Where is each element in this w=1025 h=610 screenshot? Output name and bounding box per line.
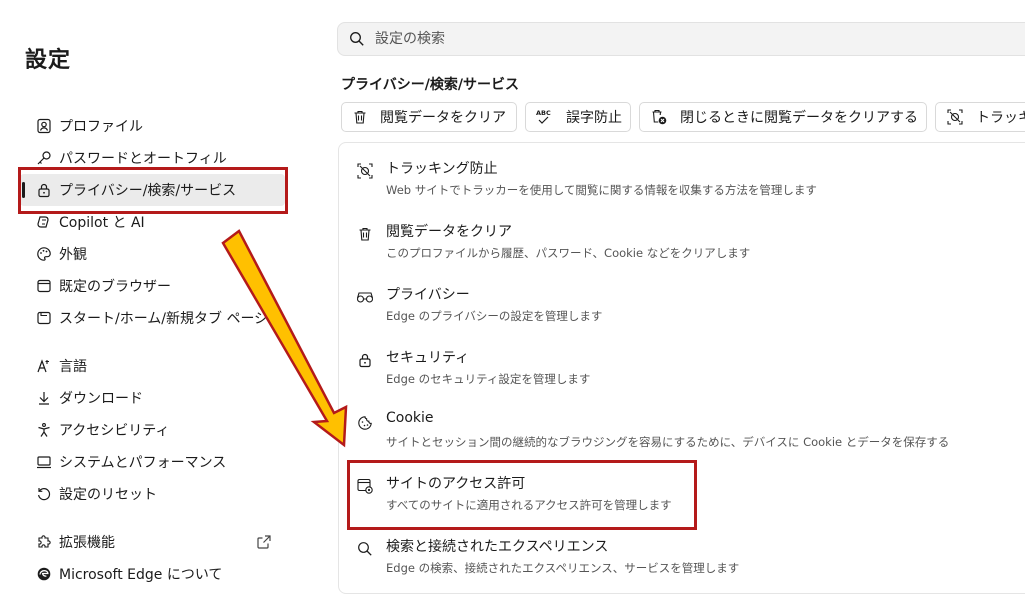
clear-on-close-icon — [650, 108, 668, 126]
sidebar-item-start-home[interactable]: スタート/ホーム/新規タブ ページ — [20, 302, 285, 334]
row-tracking-prevention[interactable]: トラッキング防止 Web サイトでトラッカーを使用して閲覧に関する情報を収集する… — [355, 158, 1015, 214]
chip-clear-browsing-data[interactable]: 閲覧データをクリア — [341, 102, 517, 132]
row-cookie[interactable]: Cookie サイトとセッション間の継続的なブラウジングを容易にするために、デバ… — [355, 410, 1015, 466]
sidebar-item-label: Microsoft Edge について — [59, 567, 223, 583]
sidebar-item-label: 外観 — [59, 247, 87, 263]
sidebar-item-reset[interactable]: 設定のリセット — [20, 478, 285, 510]
sidebar-item-label: アクセシビリティ — [59, 423, 170, 439]
sidebar-item-extensions[interactable]: 拡張機能 — [20, 526, 285, 558]
row-description: Edge のセキュリティ設定を管理します — [386, 372, 591, 386]
row-site-permissions[interactable]: サイトのアクセス許可 すべてのサイトに適用されるアクセス許可を管理します — [355, 473, 1015, 529]
sidebar-item-passwords[interactable]: パスワードとオートフィル — [20, 142, 285, 174]
row-description: すべてのサイトに適用されるアクセス許可を管理します — [386, 498, 672, 512]
page-title: 設定 — [25, 48, 72, 73]
lock-icon — [33, 181, 55, 199]
sidebar-item-system[interactable]: システムとパフォーマンス — [20, 446, 285, 478]
sidebar-item-profile[interactable]: プロファイル — [20, 110, 285, 142]
row-description: Web サイトでトラッカーを使用して閲覧に関する情報を収集する方法を管理します — [386, 183, 817, 197]
row-title: 検索と接続されたエクスペリエンス — [386, 539, 609, 555]
row-search-connected[interactable]: 検索と接続されたエクスペリエンス Edge の検索、接続されたエクスペリエンス、… — [355, 536, 1015, 592]
sidebar-item-downloads[interactable]: ダウンロード — [20, 382, 285, 414]
chip-typo-protection[interactable]: ABC 誤字防止 — [525, 102, 631, 132]
sidebar-item-label: パスワードとオートフィル — [59, 151, 227, 167]
row-title: Cookie — [386, 410, 434, 426]
sidebar-item-label: 言語 — [59, 359, 87, 375]
row-description: このプロファイルから履歴、パスワード、Cookie などをクリアします — [386, 246, 751, 260]
search-icon — [350, 32, 364, 46]
search-icon — [355, 539, 375, 559]
row-title: セキュリティ — [386, 350, 470, 366]
sidebar-item-privacy[interactable]: プライバシー/検索/サービス — [20, 174, 285, 206]
palette-icon — [33, 245, 55, 263]
browser-icon — [33, 277, 55, 295]
row-title: サイトのアクセス許可 — [386, 476, 526, 492]
row-description: Edge の検索、接続されたエクスペリエンス、サービスを管理します — [386, 561, 740, 575]
row-privacy[interactable]: プライバシー Edge のプライバシーの設定を管理します — [355, 284, 1015, 340]
edge-logo-icon — [33, 565, 55, 583]
sidebar-item-label: スタート/ホーム/新規タブ ページ — [59, 311, 269, 327]
sidebar-item-label: 拡張機能 — [59, 535, 115, 551]
language-icon — [33, 357, 55, 375]
row-title: 閲覧データをクリア — [386, 224, 512, 240]
external-link-icon[interactable] — [256, 534, 272, 554]
chip-label: 閉じるときに閲覧データをクリアする — [680, 110, 918, 126]
profile-icon — [33, 117, 55, 135]
row-clear-browsing-data[interactable]: 閲覧データをクリア このプロファイルから履歴、パスワード、Cookie などをク… — [355, 221, 1015, 277]
puzzle-icon — [33, 533, 55, 551]
row-description: サイトとセッション間の継続的なブラウジングを容易にするために、デバイスに Coo… — [386, 435, 950, 449]
download-icon — [33, 389, 55, 407]
row-title: プライバシー — [386, 287, 470, 303]
sidebar-item-about[interactable]: Microsoft Edge について — [20, 558, 285, 590]
sidebar-item-label: システムとパフォーマンス — [59, 455, 227, 471]
cookie-icon — [355, 413, 375, 433]
row-security[interactable]: セキュリティ Edge のセキュリティ設定を管理します — [355, 347, 1015, 403]
sidebar-item-label: ダウンロード — [59, 391, 143, 407]
sidebar-item-languages[interactable]: 言語 — [20, 350, 285, 382]
sidebar-item-copilot[interactable]: Copilot と AI — [20, 206, 285, 238]
chip-label: 誤字防止 — [566, 110, 622, 126]
home-icon — [33, 309, 55, 327]
trash-icon — [352, 109, 368, 125]
sidebar-item-appearance[interactable]: 外観 — [20, 238, 285, 270]
site-permissions-icon — [355, 476, 375, 496]
trash-icon — [355, 224, 375, 244]
system-icon — [33, 453, 55, 471]
reset-icon — [33, 485, 55, 503]
sidebar-item-accessibility[interactable]: アクセシビリティ — [20, 414, 285, 446]
active-indicator — [22, 182, 25, 198]
chip-clear-on-close[interactable]: 閉じるときに閲覧データをクリアする — [639, 102, 927, 132]
tracking-icon — [355, 161, 375, 181]
settings-search[interactable] — [337, 22, 1025, 56]
sidebar-item-label: Copilot と AI — [59, 215, 145, 231]
search-input[interactable] — [373, 30, 977, 48]
section-title: プライバシー/検索/サービス — [341, 77, 519, 93]
accessibility-icon — [33, 421, 55, 439]
sidebar-item-default-browser[interactable]: 既定のブラウザー — [20, 270, 285, 302]
tracking-icon — [946, 108, 964, 126]
svg-text:ABC: ABC — [536, 109, 551, 117]
sidebar-item-label: プライバシー/検索/サービス — [59, 183, 237, 199]
row-title: トラッキング防止 — [386, 161, 498, 177]
glasses-icon — [355, 287, 375, 307]
spellcheck-icon: ABC — [536, 108, 554, 126]
chip-label: 閲覧データをクリア — [380, 110, 506, 126]
sidebar: 設定 プロファイル パスワードとオートフィル プライバシー/検索/サービス Co… — [0, 0, 320, 610]
sidebar-item-label: 既定のブラウザー — [59, 279, 171, 295]
key-icon — [33, 149, 55, 167]
chip-tracking-prevention[interactable]: トラッキ — [935, 102, 1025, 132]
lock-icon — [355, 350, 375, 370]
row-description: Edge のプライバシーの設定を管理します — [386, 309, 603, 323]
sidebar-item-label: 設定のリセット — [59, 487, 157, 503]
chip-label: トラッキ — [976, 110, 1025, 126]
copilot-icon — [33, 213, 55, 231]
sidebar-item-label: プロファイル — [59, 119, 143, 135]
